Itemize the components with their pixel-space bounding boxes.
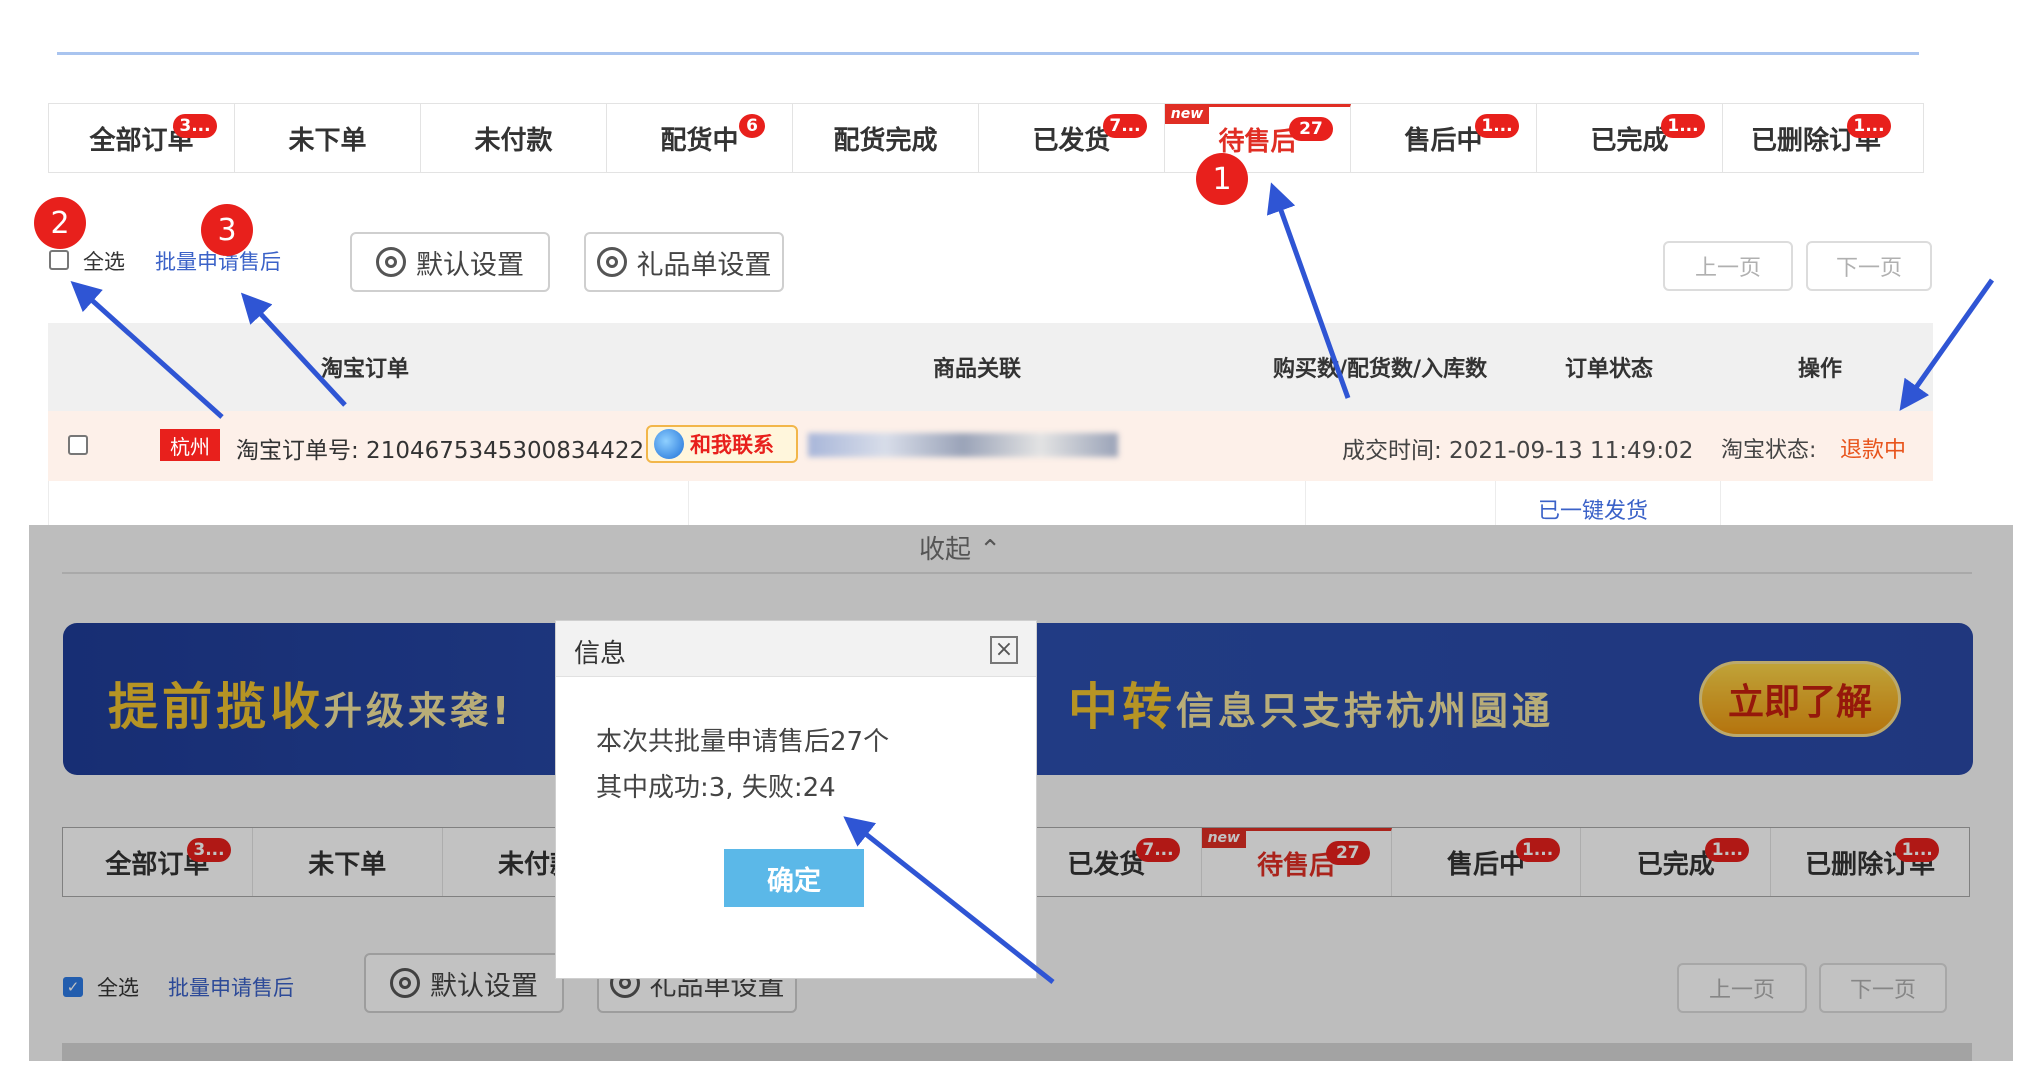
marker-2: 2 bbox=[34, 197, 86, 249]
annotation-arrows bbox=[70, 182, 1995, 984]
arrow-to-status bbox=[1899, 278, 1995, 411]
arrow-to-dialog-result bbox=[843, 816, 1055, 984]
arrow-to-tab bbox=[1266, 182, 1351, 399]
arrow-to-checkbox bbox=[70, 280, 224, 419]
arrow-to-batch-apply bbox=[240, 292, 347, 407]
marker-3: 3 bbox=[201, 204, 253, 256]
marker-1: 1 bbox=[1196, 153, 1248, 205]
